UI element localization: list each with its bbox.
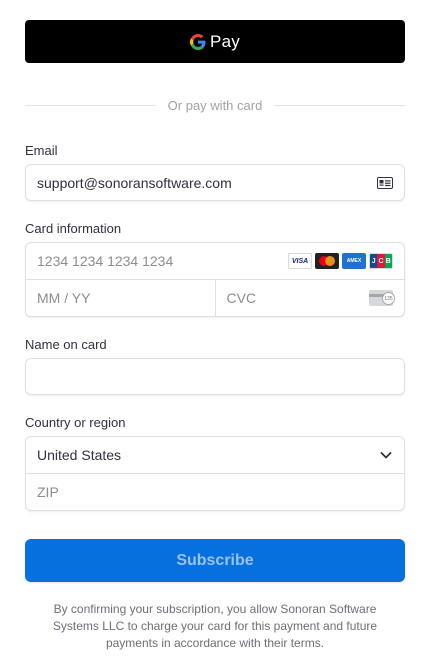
email-field[interactable]: support@sonoransoftware.com bbox=[25, 164, 405, 201]
email-label: Email bbox=[25, 143, 58, 158]
card-number-row: 1234 1234 1234 1234 VISA AMEX J C B bbox=[26, 243, 404, 279]
expiry-field[interactable]: MM / YY bbox=[26, 280, 215, 316]
contact-card-icon bbox=[377, 176, 393, 189]
cvc-placeholder: CVC bbox=[226, 290, 257, 306]
card-brands: VISA AMEX J C B bbox=[288, 253, 393, 269]
divider-line-left bbox=[25, 104, 156, 106]
checkout-form: Pay Or pay with card Email support@sonor… bbox=[25, 20, 405, 652]
name-section: Name on card bbox=[25, 337, 405, 395]
pay-with-card-divider: Or pay with card bbox=[25, 95, 405, 115]
expiry-placeholder: MM / YY bbox=[37, 290, 91, 306]
amex-icon: AMEX bbox=[342, 253, 366, 269]
email-value: support@sonoransoftware.com bbox=[37, 174, 232, 191]
chevron-down-icon bbox=[380, 452, 392, 459]
country-row: United States bbox=[26, 437, 404, 473]
subscribe-button[interactable]: Subscribe bbox=[25, 539, 405, 582]
card-info-label: Card information bbox=[25, 221, 122, 236]
jcb-c: C bbox=[377, 254, 385, 268]
google-pay-label: Pay bbox=[210, 31, 240, 51]
subscribe-section: Subscribe bbox=[25, 539, 405, 582]
card-info-group: 1234 1234 1234 1234 VISA AMEX J C B MM /… bbox=[25, 242, 405, 317]
card-section: Card information 1234 1234 1234 1234 VIS… bbox=[25, 221, 405, 317]
country-selected-value: United States bbox=[37, 447, 122, 463]
cvc-card-icon: 135 bbox=[369, 290, 395, 306]
zip-row: ZIP bbox=[26, 473, 404, 510]
divider-text: Or pay with card bbox=[167, 97, 263, 113]
google-pay-button[interactable]: Pay bbox=[25, 20, 405, 63]
jcb-icon: J C B bbox=[369, 253, 393, 269]
cvc-icon-number: 135 bbox=[382, 292, 395, 305]
country-select[interactable]: United States bbox=[26, 437, 404, 473]
terms-text: By confirming your subscription, you all… bbox=[52, 602, 378, 650]
country-label: Country or region bbox=[25, 415, 126, 430]
name-on-card-field[interactable] bbox=[25, 358, 405, 395]
google-g-icon bbox=[190, 33, 206, 50]
amex-text: AMEX bbox=[346, 258, 362, 264]
jcb-j: J bbox=[370, 254, 378, 268]
divider-line-right bbox=[274, 104, 405, 106]
jcb-b: B bbox=[384, 254, 392, 268]
card-number-placeholder: 1234 1234 1234 1234 bbox=[37, 253, 174, 269]
visa-text: VISA bbox=[291, 257, 309, 265]
card-expiry-cvc-row: MM / YY CVC 135 bbox=[26, 279, 404, 316]
card-number-field[interactable]: 1234 1234 1234 1234 VISA AMEX J C B bbox=[26, 243, 404, 279]
email-section: Email support@sonoransoftware.com bbox=[25, 143, 405, 201]
mastercard-icon bbox=[315, 253, 339, 269]
country-section: Country or region United States ZIP bbox=[25, 415, 405, 511]
name-label: Name on card bbox=[25, 337, 107, 352]
visa-icon: VISA bbox=[288, 253, 312, 269]
zip-field[interactable]: ZIP bbox=[26, 474, 404, 510]
zip-placeholder: ZIP bbox=[37, 484, 59, 500]
cvc-field[interactable]: CVC 135 bbox=[214, 280, 405, 316]
country-zip-group: United States ZIP bbox=[25, 436, 405, 511]
